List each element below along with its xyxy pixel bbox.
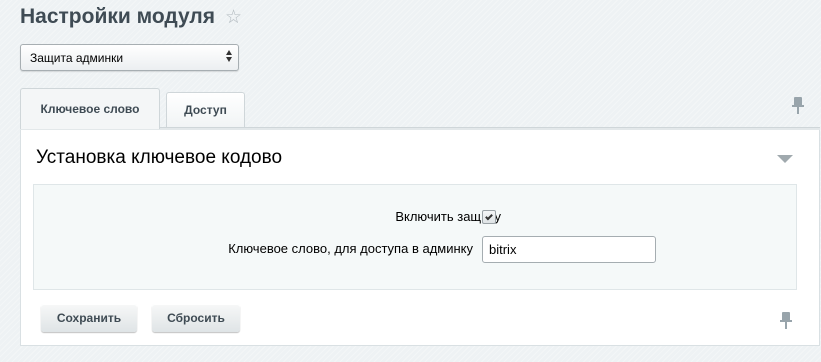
- star-icon[interactable]: ☆: [225, 8, 242, 27]
- module-select-value: Защита админки: [30, 50, 124, 65]
- section-title: Установка ключевое кодово: [36, 147, 283, 168]
- tab-access-label: Доступ: [184, 103, 227, 117]
- module-select[interactable]: Защита админки: [20, 44, 239, 71]
- save-button[interactable]: Сохранить: [41, 304, 137, 332]
- checkmark-icon: [485, 212, 493, 220]
- pin-icon[interactable]: [791, 97, 805, 115]
- page-title-text: Настройки модуля: [20, 5, 216, 28]
- keyword-label: Ключевое слово, для доступа в админку: [228, 241, 473, 256]
- settings-form: Включить защиту Ключевое слово, для дост…: [33, 184, 797, 290]
- settings-panel: Установка ключевое кодово Включить защит…: [20, 130, 820, 346]
- tab-keyword[interactable]: Ключевое слово: [20, 88, 160, 129]
- page-title: Настройки модуля ☆: [20, 4, 242, 30]
- reset-button[interactable]: Сбросить: [152, 304, 240, 332]
- keyword-input[interactable]: [482, 236, 656, 263]
- collapse-arrow-icon[interactable]: [777, 155, 793, 163]
- tab-keyword-label: Ключевое слово: [40, 102, 140, 116]
- tab-access[interactable]: Доступ: [166, 92, 245, 127]
- enable-protection-checkbox[interactable]: [482, 210, 496, 224]
- pin-icon[interactable]: [779, 312, 793, 330]
- select-arrows-icon: [226, 50, 232, 62]
